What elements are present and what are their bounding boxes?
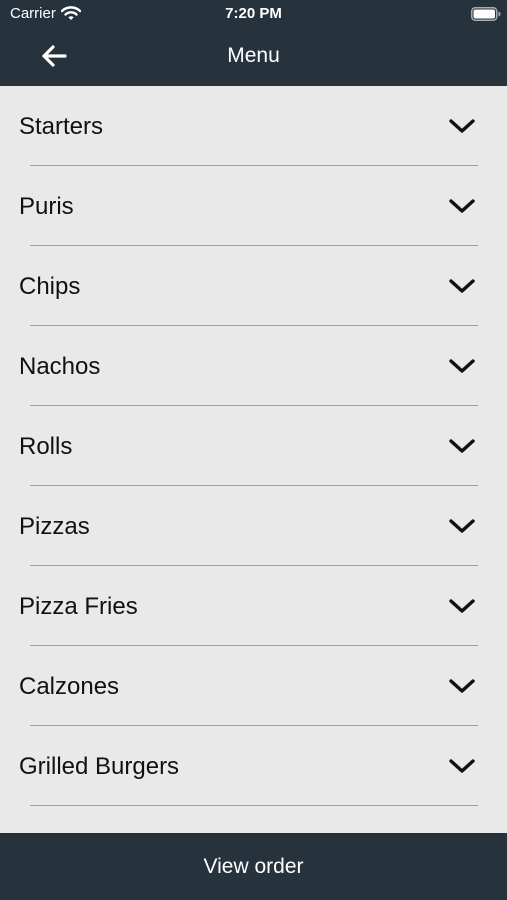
chevron-down-icon (449, 119, 475, 133)
menu-category-label: Calzones (19, 673, 120, 700)
view-order-label: View order (203, 855, 304, 878)
menu-category-rolls[interactable]: Rolls (0, 406, 507, 486)
menu-category-pizza-fries[interactable]: Pizza Fries (0, 566, 507, 646)
menu-category-label: Pizzas (19, 513, 90, 540)
chevron-down-icon (449, 439, 475, 453)
menu-category-label: Rolls (19, 433, 73, 460)
menu-category-nachos[interactable]: Nachos (0, 326, 507, 406)
status-time: 7:20 PM (225, 5, 282, 22)
menu-category-puris[interactable]: Puris (0, 166, 507, 246)
menu-category-label: Chips (19, 273, 81, 300)
status-bar: Carrier 7:20 PM (0, 0, 507, 28)
chevron-down-icon (449, 199, 475, 213)
menu-category-label: Starters (19, 113, 104, 140)
navigation-bar: Menu (0, 28, 507, 86)
page-title: Menu (227, 44, 280, 67)
menu-category-label: Grilled Burgers (19, 753, 180, 780)
menu-category-calzones[interactable]: Calzones (0, 646, 507, 726)
chevron-down-icon (449, 279, 475, 293)
battery-icon (471, 7, 501, 21)
menu-category-list: Starters Puris Chips Nachos Rolls Pizzas… (0, 86, 507, 833)
menu-category-label: Pizza Fries (19, 593, 138, 620)
view-order-button[interactable]: View order (0, 833, 507, 900)
menu-category-grilled-burgers[interactable]: Grilled Burgers (0, 726, 507, 806)
chevron-down-icon (449, 679, 475, 693)
menu-category-label: Puris (19, 193, 74, 220)
top-bar: Carrier 7:20 PM Menu (0, 0, 507, 86)
menu-category-pizzas[interactable]: Pizzas (0, 486, 507, 566)
chevron-down-icon (449, 359, 475, 373)
chevron-down-icon (449, 759, 475, 773)
menu-category-chips[interactable]: Chips (0, 246, 507, 326)
menu-category-label: Nachos (19, 353, 101, 380)
menu-category-starters[interactable]: Starters (0, 86, 507, 166)
chevron-down-icon (449, 519, 475, 533)
chevron-down-icon (449, 599, 475, 613)
